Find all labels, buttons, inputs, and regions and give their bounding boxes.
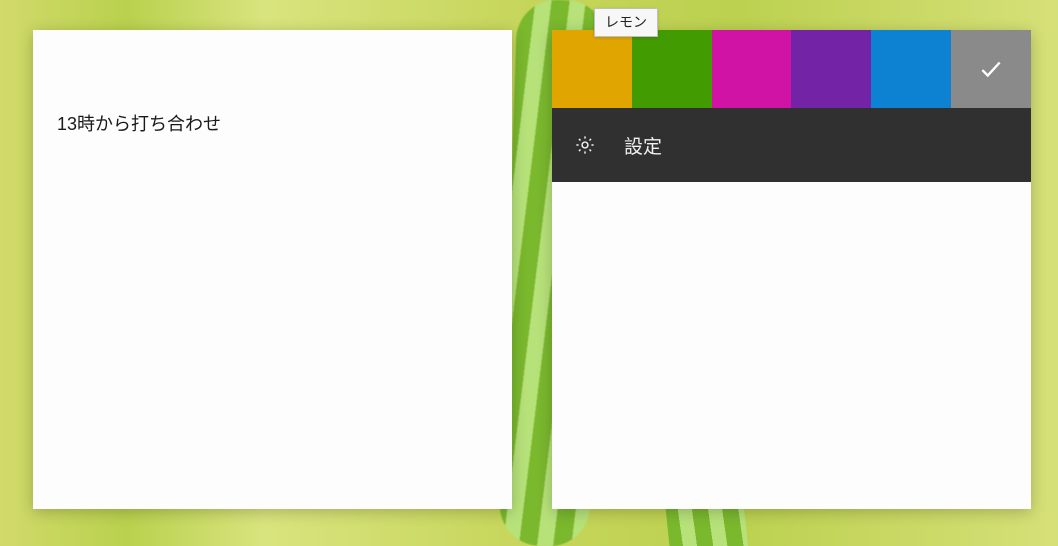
- sticky-note-right: レモン 設定: [552, 30, 1031, 509]
- note-text[interactable]: 13時から打ち合わせ: [33, 30, 512, 156]
- color-swatch-green[interactable]: [632, 30, 712, 108]
- color-swatch-magenta[interactable]: [712, 30, 792, 108]
- note-body[interactable]: [552, 182, 1031, 509]
- settings-label: 設定: [624, 132, 662, 159]
- settings-button[interactable]: 設定: [552, 108, 1031, 182]
- color-tooltip: レモン: [594, 8, 658, 37]
- color-swatch-grey[interactable]: [951, 30, 1031, 108]
- gear-icon: [574, 134, 596, 156]
- color-swatch-lemon[interactable]: [552, 30, 632, 108]
- color-picker-row: [552, 30, 1031, 108]
- check-icon: [978, 56, 1004, 82]
- color-swatch-blue[interactable]: [871, 30, 951, 108]
- sticky-note-left[interactable]: 13時から打ち合わせ: [33, 30, 512, 509]
- color-swatch-purple[interactable]: [791, 30, 871, 108]
